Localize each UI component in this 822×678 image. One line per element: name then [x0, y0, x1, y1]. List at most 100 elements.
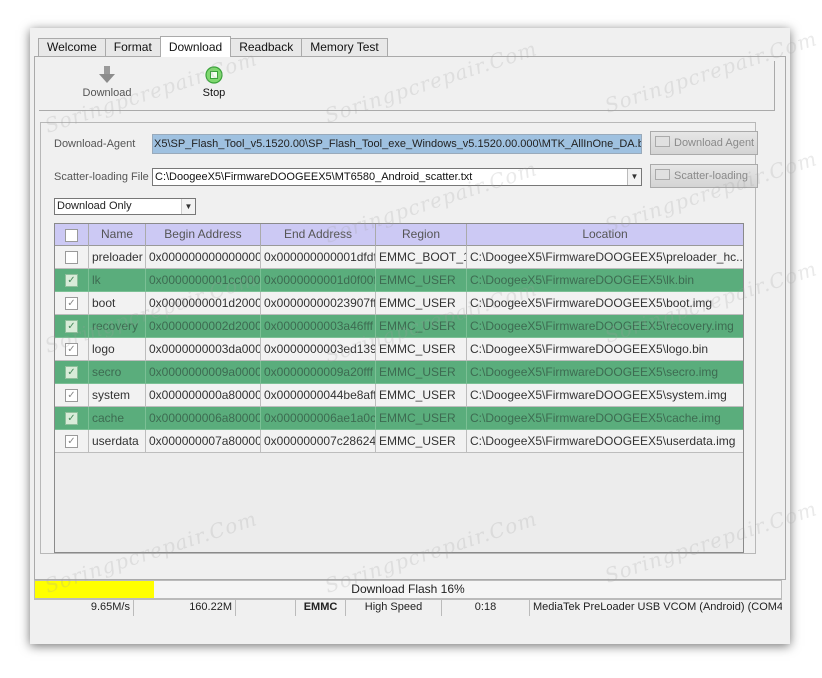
row-checkbox[interactable]	[65, 250, 78, 264]
select-all-checkbox[interactable]	[65, 228, 78, 242]
row-checkbox-cell: ✓	[55, 430, 89, 453]
flash-tool-window: Welcome Format Download Readback Memory …	[30, 28, 790, 644]
download-agent-button[interactable]: Download Agent	[650, 131, 758, 155]
row-name: preloader	[89, 246, 146, 269]
row-end-address: 0x0000000044be8aff	[261, 384, 376, 407]
row-location: C:\DoogeeX5\FirmwareDOOGEEX5\cache.img	[467, 407, 743, 430]
row-region: EMMC_USER	[376, 430, 467, 453]
row-checkbox[interactable]: ✓	[65, 342, 78, 356]
row-end-address: 0x0000000001d0f00f	[261, 269, 376, 292]
row-name: cache	[89, 407, 146, 430]
row-location: C:\DoogeeX5\FirmwareDOOGEEX5\boot.img	[467, 292, 743, 315]
stop-icon	[199, 65, 229, 85]
status-spacer	[236, 600, 296, 616]
column-header-end-address[interactable]: End Address	[261, 224, 376, 246]
row-name: secro	[89, 361, 146, 384]
row-begin-address: 0x0000000000000000	[146, 246, 261, 269]
download-agent-button-label: Download Agent	[674, 137, 755, 149]
row-name: recovery	[89, 315, 146, 338]
row-region: EMMC_USER	[376, 269, 467, 292]
table-row[interactable]: ✓ userdata 0x000000007a800000 0x000000007c2…	[55, 430, 743, 453]
row-location: C:\DoogeeX5\FirmwareDOOGEEX5\preloader_h…	[467, 246, 743, 269]
stop-button[interactable]: Stop	[199, 65, 229, 99]
column-header-region[interactable]: Region	[376, 224, 467, 246]
row-begin-address: 0x0000000001d20000	[146, 292, 261, 315]
column-header-begin-address[interactable]: Begin Address	[146, 224, 261, 246]
row-name: boot	[89, 292, 146, 315]
table-body: preloader 0x0000000000000000 0x00000000000…	[55, 246, 743, 453]
table-row[interactable]: preloader 0x0000000000000000 0x00000000000…	[55, 246, 743, 269]
row-location: C:\DoogeeX5\FirmwareDOOGEEX5\lk.bin	[467, 269, 743, 292]
scatter-loading-button[interactable]: Scatter-loading	[650, 164, 758, 188]
row-region: EMMC_USER	[376, 407, 467, 430]
row-end-address: 0x00000000023907ff	[261, 292, 376, 315]
download-mode-select[interactable]: Download Only ▼	[54, 198, 196, 215]
tab-download[interactable]: Download	[159, 36, 232, 57]
row-checkbox-cell: ✓	[55, 384, 89, 407]
progress-text: Download Flash 16%	[351, 582, 465, 596]
table-row[interactable]: ✓ boot 0x0000000001d20000 0x00000000023907f…	[55, 292, 743, 315]
row-end-address: 0x000000006ae1a0cf	[261, 407, 376, 430]
table-row[interactable]: ✓ system 0x000000000a800000 0x0000000044be8…	[55, 384, 743, 407]
tab-format[interactable]: Format	[104, 38, 161, 57]
table-row[interactable]: ✓ recovery 0x0000000002d20000 0x0000000003a…	[55, 315, 743, 338]
select-all-cell	[55, 224, 89, 246]
folder-icon	[655, 169, 670, 180]
status-elapsed-time: 0:18	[442, 600, 530, 616]
download-agent-label: Download-Agent	[54, 138, 136, 150]
row-region: EMMC_BOOT_1	[376, 246, 467, 269]
row-checkbox[interactable]: ✓	[65, 296, 78, 310]
table-row[interactable]: ✓ cache 0x000000006a800000 0x000000006ae1a0…	[55, 407, 743, 430]
download-agent-field[interactable]: X5\SP_Flash_Tool_v5.1520.00\SP_Flash_Too…	[152, 134, 642, 154]
table-row[interactable]: ✓ secro 0x0000000009a00000 0x0000000009a20f…	[55, 361, 743, 384]
row-begin-address: 0x0000000001cc0000	[146, 269, 261, 292]
tab-welcome[interactable]: Welcome	[38, 38, 106, 57]
row-checkbox-cell: ✓	[55, 292, 89, 315]
row-checkbox[interactable]: ✓	[65, 365, 78, 379]
table-row[interactable]: ✓ lk 0x0000000001cc0000 0x0000000001d0f00f E…	[55, 269, 743, 292]
row-location: C:\DoogeeX5\FirmwareDOOGEEX5\userdata.im…	[467, 430, 743, 453]
row-end-address: 0x0000000009a20fff	[261, 361, 376, 384]
row-checkbox[interactable]: ✓	[65, 434, 78, 448]
tab-readback[interactable]: Readback	[230, 38, 303, 57]
scatter-loading-field[interactable]: C:\DoogeeX5\FirmwareDOOGEEX5\MT6580_Andr…	[152, 168, 642, 186]
row-begin-address: 0x000000006a800000	[146, 407, 261, 430]
row-end-address: 0x0000000003ed1397	[261, 338, 376, 361]
row-begin-address: 0x0000000003da0000	[146, 338, 261, 361]
row-name: logo	[89, 338, 146, 361]
column-header-name[interactable]: Name	[89, 224, 146, 246]
download-button[interactable]: Download	[79, 65, 135, 99]
table-header: Name Begin Address End Address Region Lo…	[55, 224, 743, 246]
row-checkbox-cell: ✓	[55, 407, 89, 430]
row-region: EMMC_USER	[376, 338, 467, 361]
row-region: EMMC_USER	[376, 315, 467, 338]
column-header-location[interactable]: Location	[467, 224, 743, 246]
scatter-loading-button-label: Scatter-loading	[674, 170, 748, 182]
row-location: C:\DoogeeX5\FirmwareDOOGEEX5\system.img	[467, 384, 743, 407]
row-location: C:\DoogeeX5\FirmwareDOOGEEX5\logo.bin	[467, 338, 743, 361]
chevron-down-icon[interactable]: ▼	[181, 199, 195, 214]
row-checkbox[interactable]: ✓	[65, 388, 78, 402]
row-region: EMMC_USER	[376, 384, 467, 407]
chevron-down-icon[interactable]: ▼	[627, 169, 641, 185]
row-name: userdata	[89, 430, 146, 453]
row-begin-address: 0x000000000a800000	[146, 384, 261, 407]
toolbar: Download Stop	[39, 61, 775, 111]
progress-bar: Download Flash 16%	[34, 580, 782, 599]
download-arrow-icon	[79, 65, 135, 85]
row-end-address: 0x000000007c28624f	[261, 430, 376, 453]
table-row[interactable]: ✓ logo 0x0000000003da0000 0x0000000003ed139…	[55, 338, 743, 361]
row-checkbox-cell: ✓	[55, 269, 89, 292]
stop-button-label: Stop	[202, 87, 226, 99]
status-size: 160.22M	[134, 600, 236, 616]
row-checkbox[interactable]: ✓	[65, 319, 78, 333]
status-port: MediaTek PreLoader USB VCOM (Android) (C…	[533, 601, 782, 613]
row-checkbox[interactable]: ✓	[65, 411, 78, 425]
row-begin-address: 0x0000000009a00000	[146, 361, 261, 384]
tab-memory-test[interactable]: Memory Test	[301, 38, 388, 57]
row-checkbox[interactable]: ✓	[65, 273, 78, 287]
row-location: C:\DoogeeX5\FirmwareDOOGEEX5\secro.img	[467, 361, 743, 384]
row-begin-address: 0x000000007a800000	[146, 430, 261, 453]
row-end-address: 0x000000000001dfdf	[261, 246, 376, 269]
scatter-loading-label: Scatter-loading File	[54, 171, 149, 183]
